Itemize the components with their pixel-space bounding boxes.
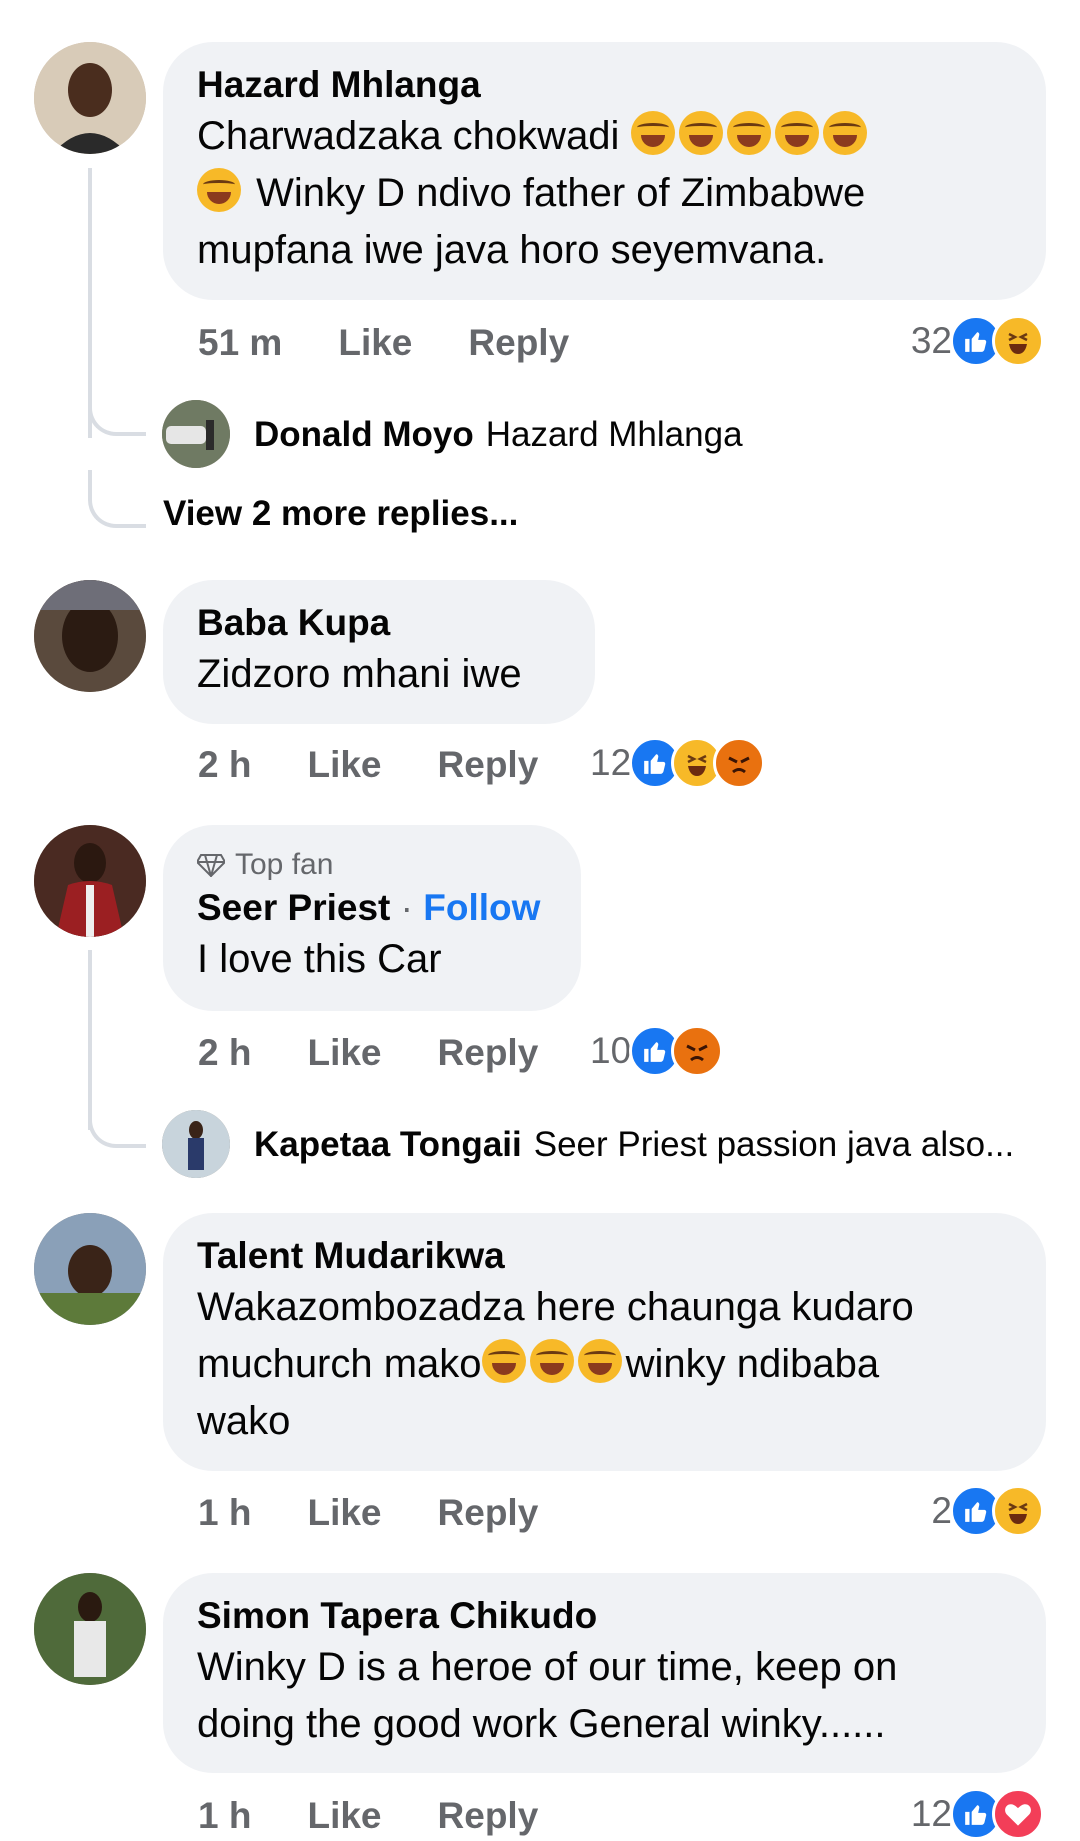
- comment-text-line: Wakazombozadza here chaunga kudaro: [197, 1285, 914, 1329]
- comment-text-line: wako: [197, 1399, 291, 1443]
- thread-branch: [88, 470, 146, 528]
- rofl-emoji-icon: [197, 168, 241, 212]
- reaction-count: 10: [590, 1030, 632, 1071]
- comment-timestamp[interactable]: 2 h: [198, 744, 251, 786]
- comment-text-line: Charwadzaka chokwadi: [197, 114, 620, 158]
- haha-icon: [992, 315, 1044, 367]
- comment-author[interactable]: Simon Tapera Chikudo: [197, 1593, 1012, 1639]
- rofl-emoji-icon: [774, 111, 819, 155]
- reply-button[interactable]: Reply: [438, 744, 539, 786]
- comment-timestamp[interactable]: 1 h: [198, 1492, 251, 1534]
- comment-text: Charwadzaka chokwadi Winky D ndivo fathe…: [197, 108, 1012, 279]
- reply-button[interactable]: Reply: [468, 322, 569, 364]
- reply-author[interactable]: Kapetaa Tongaii: [254, 1125, 522, 1165]
- comment-text: Zidzoro mhani iwe: [197, 652, 522, 696]
- like-button[interactable]: Like: [338, 322, 412, 364]
- follow-button[interactable]: Follow: [423, 887, 540, 928]
- comment-actions: 1 h Like Reply: [198, 1791, 538, 1841]
- angry-icon: [671, 1025, 724, 1077]
- reaction-summary[interactable]: 12: [590, 737, 766, 789]
- comment-bubble: Baba Kupa Zidzoro mhani iwe: [163, 580, 595, 724]
- reply-text: Hazard Mhlanga: [485, 415, 743, 454]
- avatar-talent-mudarikwa[interactable]: [34, 1213, 146, 1325]
- comment-bubble: Talent Mudarikwa Wakazombozadza here cha…: [163, 1213, 1046, 1471]
- avatar-kapetaa-tongaii[interactable]: [162, 1110, 230, 1178]
- comment-bubble: Hazard Mhlanga Charwadzaka chokwadi Wink…: [163, 42, 1046, 300]
- comment-bubble: Simon Tapera Chikudo Winky D is a heroe …: [163, 1573, 1046, 1773]
- comment-author-row: Seer Priest · Follow: [197, 885, 547, 931]
- comment-bubble: Top fan Seer Priest · Follow I love this…: [163, 825, 581, 1011]
- comment-text-line: mupfana iwe java horo seyemvana.: [197, 228, 827, 272]
- avatar-image: [34, 1213, 146, 1325]
- comment-text-line: Winky D is a heroe of our time, keep on: [197, 1645, 898, 1689]
- avatar-simon-tapera-chikudo[interactable]: [34, 1573, 146, 1685]
- comment-text: Wakazombozadza here chaunga kudaro muchu…: [197, 1279, 1012, 1450]
- rofl-emoji-icon: [481, 1339, 526, 1383]
- reaction-count: 12: [590, 742, 632, 783]
- comment-actions: 51 m Like Reply: [198, 318, 569, 368]
- like-button[interactable]: Like: [307, 744, 381, 786]
- rofl-emoji-icon: [577, 1339, 622, 1383]
- comment-actions: 2 h Like Reply: [198, 1028, 538, 1078]
- reaction-summary[interactable]: 10: [590, 1025, 724, 1077]
- angry-icon: [713, 737, 766, 789]
- comment-author[interactable]: Baba Kupa: [197, 600, 561, 646]
- view-more-replies-link[interactable]: View 2 more replies...: [163, 494, 518, 534]
- comment-actions: 1 h Like Reply: [198, 1488, 538, 1538]
- comment-text-line: muchurch mako: [197, 1342, 482, 1386]
- separator-dot: ·: [400, 887, 424, 928]
- avatar-image: [34, 42, 146, 154]
- like-button[interactable]: Like: [307, 1795, 381, 1837]
- rofl-emoji-icon: [678, 111, 723, 155]
- diamond-icon: [197, 854, 225, 877]
- comment-timestamp[interactable]: 1 h: [198, 1795, 251, 1837]
- comment-timestamp[interactable]: 2 h: [198, 1032, 251, 1074]
- reaction-count: 32: [910, 320, 952, 361]
- avatar-hazard-mhlanga[interactable]: [34, 42, 146, 154]
- rofl-emoji-icon: [726, 111, 771, 155]
- reply-preview[interactable]: Kapetaa Tongaii Seer Priest passion java…: [254, 1110, 1014, 1180]
- reply-button[interactable]: Reply: [438, 1492, 539, 1534]
- comment-author[interactable]: Talent Mudarikwa: [197, 1233, 1012, 1279]
- reply-author[interactable]: Donald Moyo: [254, 415, 474, 455]
- like-button[interactable]: Like: [307, 1032, 381, 1074]
- reaction-summary[interactable]: 2: [931, 1485, 1044, 1537]
- rofl-emoji-icon: [822, 111, 867, 155]
- reply-button[interactable]: Reply: [438, 1032, 539, 1074]
- like-button[interactable]: Like: [307, 1492, 381, 1534]
- top-fan-label: Top fan: [235, 848, 334, 881]
- comment-actions: 2 h Like Reply: [198, 740, 538, 790]
- haha-icon: [992, 1485, 1044, 1537]
- reply-button[interactable]: Reply: [438, 1795, 539, 1837]
- reply-preview[interactable]: Donald Moyo Hazard Mhlanga: [254, 400, 743, 470]
- comment-author[interactable]: Hazard Mhlanga: [197, 62, 1012, 108]
- rofl-emoji-icon: [630, 111, 675, 155]
- reply-text: Seer Priest passion java also...: [533, 1125, 1015, 1164]
- avatar-image: [162, 400, 230, 468]
- comment-author[interactable]: Seer Priest: [197, 887, 390, 928]
- avatar-image: [162, 1110, 230, 1178]
- comment-text-line: doing the good work General winky......: [197, 1702, 886, 1746]
- comment-text: Winky D is a heroe of our time, keep on …: [197, 1639, 1012, 1753]
- reaction-summary[interactable]: 32: [910, 315, 1044, 367]
- reaction-count: 12: [910, 1793, 952, 1834]
- avatar-image: [34, 825, 146, 937]
- love-icon: [992, 1788, 1044, 1840]
- thread-branch: [88, 390, 146, 436]
- avatar-baba-kupa[interactable]: [34, 580, 146, 692]
- avatar-image: [34, 1573, 146, 1685]
- reaction-summary[interactable]: 12: [910, 1788, 1044, 1840]
- avatar-image: [34, 580, 146, 692]
- thread-branch: [88, 1090, 146, 1148]
- avatar-donald-moyo[interactable]: [162, 400, 230, 468]
- comment-text-line: winky ndibaba: [625, 1342, 880, 1386]
- comment-text-line: Winky D ndivo father of Zimbabwe: [256, 171, 866, 215]
- comment-timestamp[interactable]: 51 m: [198, 322, 282, 364]
- rofl-emoji-icon: [529, 1339, 574, 1383]
- comment-text: I love this Car: [197, 937, 442, 981]
- top-fan-badge: Top fan: [197, 845, 547, 885]
- avatar-seer-priest[interactable]: [34, 825, 146, 937]
- reaction-count: 2: [931, 1490, 952, 1531]
